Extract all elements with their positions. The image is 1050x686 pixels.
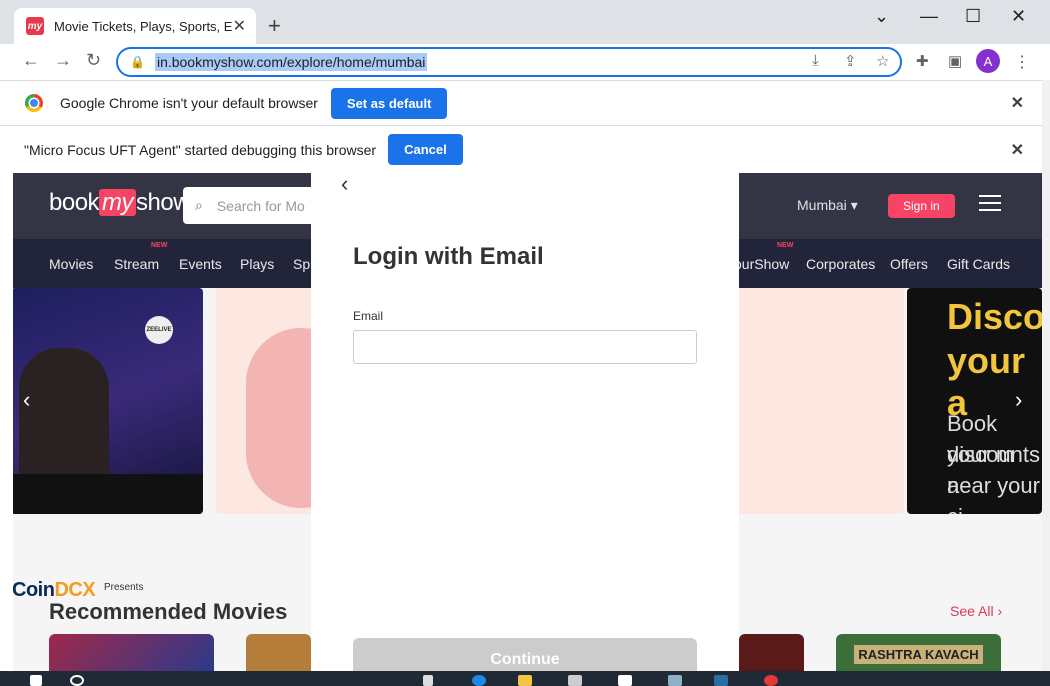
email-field[interactable] [353, 330, 697, 364]
close-tab-icon[interactable]: ✕ [233, 16, 246, 36]
app-icon[interactable] [668, 675, 682, 686]
profile-avatar[interactable]: A [976, 49, 1000, 73]
tab-title: Movie Tickets, Plays, Sports, Even [54, 18, 232, 34]
close-window-icon[interactable]: ✕ [1011, 6, 1026, 27]
email-label: Email [353, 309, 384, 323]
maximize-icon[interactable]: ☐ [965, 6, 981, 27]
debugging-message: "Micro Focus UFT Agent" started debuggin… [24, 141, 377, 158]
lock-icon[interactable]: 🔒 [130, 55, 145, 69]
side-panel-icon[interactable]: ▣ [948, 52, 962, 70]
back-icon[interactable]: ← [22, 50, 40, 71]
tab-strip: my Movie Tickets, Plays, Sports, Even ✕ … [0, 0, 1050, 44]
minimize-icon[interactable]: — [920, 6, 938, 27]
page-viewport: book my show ⌕ Search for Mo Mumbai ▾ Sign… [13, 173, 1042, 671]
app-icon[interactable] [714, 675, 728, 686]
set-as-default-button[interactable]: Set as default [330, 87, 448, 119]
address-bar[interactable]: 🔒 in.bookmyshow.com/explore/home/mumbai [116, 47, 902, 77]
file-explorer-icon[interactable] [518, 675, 532, 686]
tab-search-icon[interactable]: ⌄ [874, 6, 889, 27]
bookmark-star-icon[interactable]: ☆ [876, 52, 889, 70]
reload-icon[interactable]: ↻ [86, 50, 101, 71]
menu-kebab-icon[interactable]: ⋮ [1014, 52, 1030, 72]
app-icon[interactable] [568, 675, 582, 686]
default-browser-infobar: Google Chrome isn't your default browser… [0, 80, 1042, 125]
chrome-taskbar-icon[interactable] [764, 675, 778, 686]
login-modal: ‹ Login with Email Email Continue [311, 173, 739, 671]
default-browser-message: Google Chrome isn't your default browser [60, 95, 318, 111]
modal-title: Login with Email [353, 243, 544, 270]
share-icon[interactable]: ⇪ [844, 52, 857, 70]
edge-icon[interactable] [472, 675, 486, 686]
browser-tab[interactable]: my Movie Tickets, Plays, Sports, Even ✕ [14, 8, 256, 44]
app-icon[interactable] [618, 675, 632, 686]
extensions-icon[interactable]: ✚ [916, 52, 929, 70]
forward-icon[interactable]: → [54, 50, 72, 71]
back-chevron-icon[interactable]: ‹ [341, 173, 348, 197]
browser-toolbar: ← → ↻ 🔒 in.bookmyshow.com/explore/home/m… [0, 44, 1050, 80]
close-debug-infobar-icon[interactable]: ✕ [1011, 140, 1024, 160]
start-icon[interactable] [30, 675, 42, 686]
page-scrollbar[interactable] [1042, 80, 1050, 671]
url-text[interactable]: in.bookmyshow.com/explore/home/mumbai [154, 53, 428, 71]
search-taskbar-icon[interactable] [70, 675, 84, 686]
close-infobar-icon[interactable]: ✕ [1011, 93, 1024, 113]
install-app-icon[interactable]: ⤓ [812, 52, 819, 69]
chrome-logo-icon [25, 94, 43, 112]
debugging-infobar: "Micro Focus UFT Agent" started debuggin… [0, 125, 1042, 173]
bookmyshow-favicon-icon: my [26, 17, 44, 35]
windows-taskbar [0, 671, 1050, 686]
task-view-icon[interactable] [423, 675, 433, 686]
cancel-debugging-button[interactable]: Cancel [388, 134, 463, 165]
continue-button[interactable]: Continue [353, 638, 697, 671]
new-tab-icon[interactable]: + [268, 13, 281, 39]
